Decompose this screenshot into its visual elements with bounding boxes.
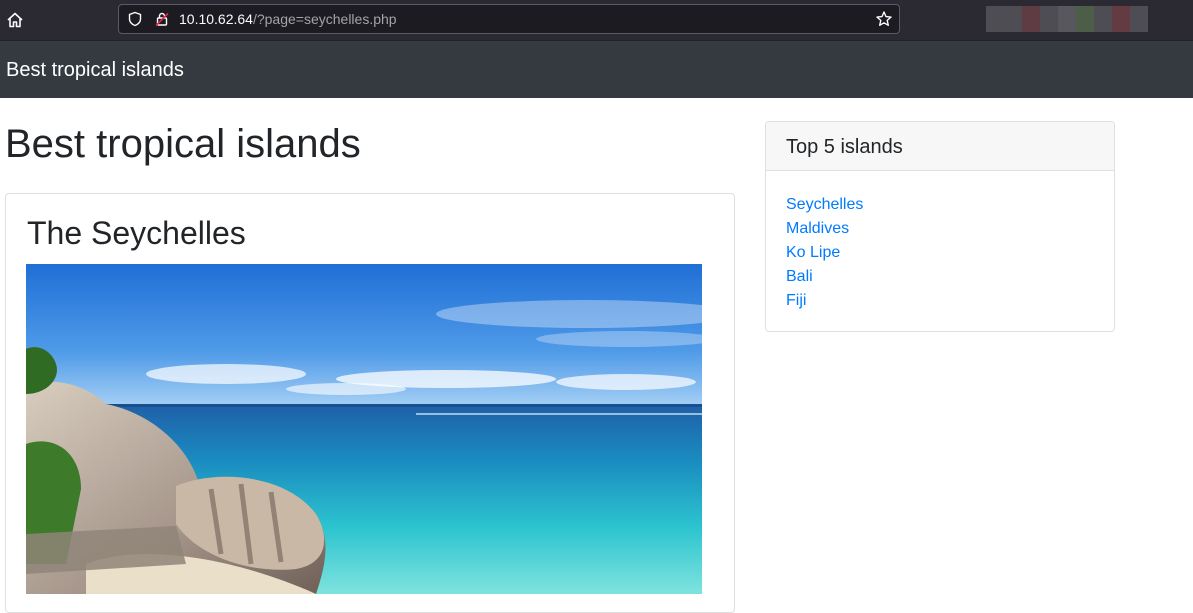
list-item: Maldives (786, 217, 863, 241)
top-islands-title: Top 5 islands (786, 136, 903, 158)
site-navbar: Best tropical islands (0, 40, 1193, 98)
card-title: The Seychelles (27, 215, 246, 251)
list-item: Fiji (786, 289, 863, 313)
list-item: Ko Lipe (786, 241, 863, 265)
page-title: Best tropical islands (5, 122, 361, 166)
list-item: Seychelles (786, 193, 863, 217)
island-link-seychelles[interactable]: Seychelles (786, 196, 863, 213)
shield-icon[interactable] (127, 11, 143, 27)
bookmark-star-icon[interactable] (875, 10, 893, 28)
island-link-bali[interactable]: Bali (786, 268, 813, 285)
address-bar[interactable]: 10.10.62.64/?page=seychelles.php (118, 4, 900, 34)
island-link-fiji[interactable]: Fiji (786, 292, 806, 309)
url-text[interactable]: 10.10.62.64/?page=seychelles.php (179, 11, 397, 27)
top-islands-header: Top 5 islands (766, 122, 1114, 171)
beach-photo (26, 264, 702, 594)
browser-toolbar: 10.10.62.64/?page=seychelles.php (0, 0, 1193, 40)
island-link-ko-lipe[interactable]: Ko Lipe (786, 244, 840, 261)
beach-photo-art (26, 264, 702, 594)
island-card: The Seychelles (5, 193, 735, 613)
insecure-lock-icon[interactable] (154, 11, 170, 27)
extension-icons[interactable] (986, 6, 1148, 32)
top-islands-list: Seychelles Maldives Ko Lipe Bali Fiji (786, 193, 863, 313)
url-path: /?page=seychelles.php (252, 11, 397, 27)
list-item: Bali (786, 265, 863, 289)
url-host: 10.10.62.64 (179, 11, 253, 27)
navbar-brand-link[interactable]: Best tropical islands (6, 58, 184, 82)
island-link-maldives[interactable]: Maldives (786, 220, 849, 237)
top-islands-card: Top 5 islands Seychelles Maldives Ko Lip… (765, 121, 1115, 332)
home-icon[interactable] (4, 9, 26, 31)
